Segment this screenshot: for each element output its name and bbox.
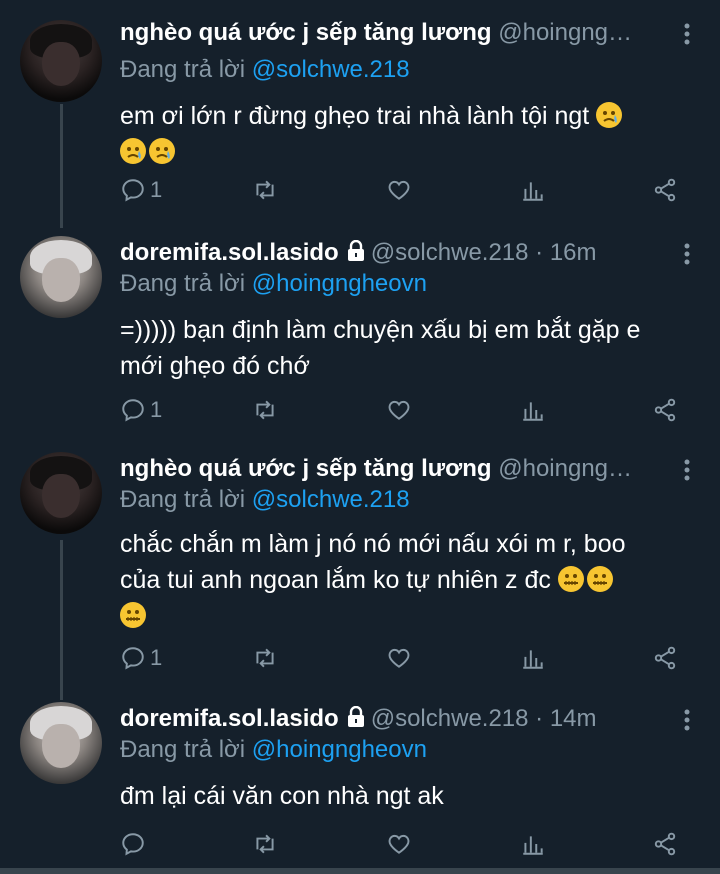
retweet-icon [256, 834, 274, 854]
retweet-button[interactable] [252, 642, 278, 674]
tweet-actions: 1 [120, 642, 680, 674]
tweet-actions: 1 [120, 394, 680, 426]
like-button[interactable] [386, 828, 412, 860]
tweet[interactable]: nghèo quá ước j sếp tăng lương @hoingng…… [0, 452, 720, 692]
mention-link[interactable]: @solchwe.218 [252, 56, 410, 83]
like-button[interactable] [386, 174, 412, 206]
reply-icon [122, 179, 144, 202]
heart-icon [388, 180, 410, 200]
share-icon [654, 832, 676, 856]
reply-button[interactable]: 1 [120, 394, 162, 426]
retweet-button[interactable] [252, 174, 278, 206]
avatar[interactable] [20, 236, 102, 318]
zipper-mouth-face-icon [120, 602, 146, 628]
share-button[interactable] [652, 828, 678, 860]
avatar[interactable] [20, 20, 102, 102]
mention-link[interactable]: @hoingngheovn [252, 270, 427, 297]
tweet-actions: 1 [120, 174, 680, 206]
tweet-text: em ơi lớn r đừng ghẹo trai nhà lành tội … [120, 98, 680, 170]
heart-icon [388, 834, 410, 854]
share-button[interactable] [652, 642, 678, 674]
tweet-text: chắc chắn m làm j nó nó mới nấu xói m r,… [120, 526, 680, 634]
tweet-header: nghèo quá ước j sếp tăng lương @hoingng… [120, 16, 680, 52]
username[interactable]: @hoingng… [498, 455, 632, 482]
retweet-button[interactable] [252, 828, 278, 860]
display-name[interactable]: nghèo quá ước j sếp tăng lương [120, 455, 492, 482]
share-icon [654, 178, 676, 202]
lock-icon [347, 240, 364, 261]
tweet-header: doremifa.sol.lasido @solchwe.218 · 14m [120, 702, 680, 738]
analytics-icon [523, 182, 543, 201]
username[interactable]: @solchwe.218 [371, 705, 529, 732]
more-options-icon[interactable] [680, 706, 694, 734]
crying-face-icon [596, 102, 623, 128]
reply-icon [122, 833, 144, 856]
username[interactable]: @hoingng… [498, 19, 632, 46]
analytics-button[interactable] [520, 642, 546, 674]
reply-button[interactable]: 1 [120, 174, 162, 206]
reply-icon [122, 399, 144, 422]
zipper-mouth-face-icon [557, 566, 584, 592]
lock-icon [347, 706, 364, 727]
tweet-header: nghèo quá ước j sếp tăng lương @hoingng… [120, 452, 680, 488]
retweet-icon [256, 648, 274, 668]
timestamp[interactable]: · 16m [529, 239, 596, 266]
timestamp[interactable]: · 14m [529, 705, 596, 732]
heart-icon [388, 400, 410, 420]
retweet-icon [256, 180, 274, 200]
replying-to: Đang trả lời @hoingngheovn [120, 736, 427, 763]
analytics-button[interactable] [520, 394, 546, 426]
crying-face-icon [149, 138, 175, 164]
tweet-actions [120, 828, 680, 860]
mention-link[interactable]: @solchwe.218 [252, 486, 410, 513]
tweet[interactable]: nghèo quá ước j sếp tăng lương @hoingng…… [0, 16, 720, 226]
avatar[interactable] [20, 702, 102, 784]
share-button[interactable] [652, 394, 678, 426]
analytics-icon [523, 650, 543, 669]
reply-button[interactable] [120, 828, 146, 860]
display-name[interactable]: doremifa.sol.lasido [120, 705, 339, 732]
reply-count: 1 [150, 645, 163, 670]
mention-link[interactable]: @hoingngheovn [252, 736, 427, 763]
username[interactable]: @solchwe.218 [371, 239, 529, 266]
reply-button[interactable]: 1 [120, 642, 162, 674]
share-icon [654, 398, 676, 422]
like-button[interactable] [386, 642, 412, 674]
tweet-header: doremifa.sol.lasido @solchwe.218 · 16m [120, 236, 680, 272]
zipper-mouth-face-icon [586, 566, 613, 592]
retweet-icon [256, 400, 274, 420]
heart-icon [388, 648, 410, 668]
avatar[interactable] [20, 452, 102, 534]
display-name[interactable]: nghèo quá ước j sếp tăng lương [120, 19, 492, 46]
analytics-button[interactable] [520, 174, 546, 206]
reply-count: 1 [150, 397, 163, 422]
analytics-icon [523, 402, 543, 421]
analytics-button[interactable] [520, 828, 546, 860]
tweet[interactable]: doremifa.sol.lasido @solchwe.218 · 16m Đa… [0, 236, 720, 446]
share-icon [654, 646, 676, 670]
display-name[interactable]: doremifa.sol.lasido [120, 239, 339, 266]
more-options-icon[interactable] [680, 456, 694, 484]
more-options-icon[interactable] [680, 240, 694, 268]
bottom-divider [0, 868, 720, 874]
tweet[interactable]: doremifa.sol.lasido @solchwe.218 · 14m Đa… [0, 702, 720, 868]
reply-icon [122, 647, 144, 670]
tweet-text: =))))) bạn định làm chuyện xấu bị em bắt… [120, 316, 641, 380]
analytics-icon [523, 836, 543, 855]
share-button[interactable] [652, 174, 678, 206]
replying-to: Đang trả lời @solchwe.218 [120, 56, 410, 83]
tweet-text: đm lại cái văn con nhà ngt ak [120, 782, 444, 810]
crying-face-icon [120, 138, 146, 164]
more-options-icon[interactable] [680, 20, 694, 48]
reply-count: 1 [150, 177, 163, 202]
like-button[interactable] [386, 394, 412, 426]
replying-to: Đang trả lời @solchwe.218 [120, 486, 410, 513]
retweet-button[interactable] [252, 394, 278, 426]
replying-to: Đang trả lời @hoingngheovn [120, 270, 427, 297]
